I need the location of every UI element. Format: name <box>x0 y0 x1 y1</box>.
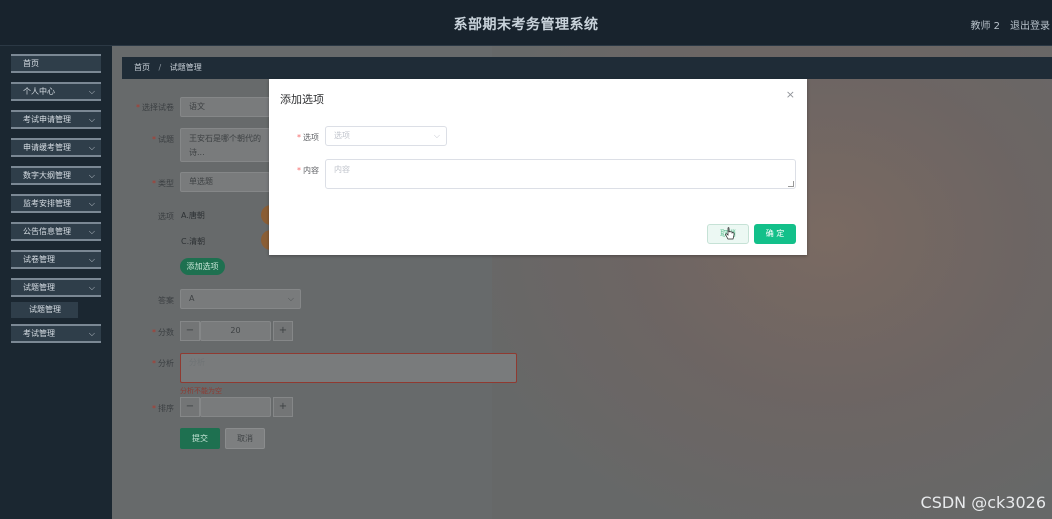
app-title: 系部期末考务管理系统 <box>453 17 599 33</box>
logout-link[interactable]: 退出登录 <box>1010 17 1050 32</box>
close-icon[interactable]: × <box>786 88 795 101</box>
type-label: * 类型 <box>152 179 174 188</box>
sidebar-item-exams[interactable]: 考试管理 ⌵ <box>11 324 101 343</box>
sidebar-item-announcements[interactable]: 公告信息管理 ⌵ <box>11 222 101 241</box>
sidebar-item-label: 试卷管理 <box>23 255 55 264</box>
sidebar-item-deferred-exam[interactable]: 申请缓考管理 ⌵ <box>11 138 101 157</box>
sidebar-item-label: 首页 <box>23 59 39 68</box>
breadcrumb-home[interactable]: 首页 <box>134 63 150 72</box>
chevron-down-icon: ⌵ <box>88 87 95 96</box>
chevron-down-icon: ⌵ <box>88 227 95 236</box>
type-select[interactable]: 单选题 <box>180 172 270 192</box>
dialog-content-placeholder: 内容 <box>334 165 350 174</box>
score-decrement-button[interactable]: − <box>180 321 200 341</box>
score-input[interactable]: 20 <box>200 321 271 341</box>
resize-handle-icon[interactable] <box>788 181 794 187</box>
sidebar-item-questions[interactable]: 试题管理 ⌵ <box>11 278 101 297</box>
chevron-down-icon: ⌵ <box>433 131 440 140</box>
add-option-button[interactable]: 添加选项 <box>180 258 225 275</box>
sort-decrement-button[interactable]: − <box>180 397 200 417</box>
watermark: CSDN @ck3026 <box>920 493 1046 512</box>
breadcrumb-current: 试题管理 <box>169 63 202 72</box>
sidebar-item-papers[interactable]: 试卷管理 ⌵ <box>11 250 101 269</box>
chevron-down-icon: ⌵ <box>287 294 294 303</box>
sidebar-item-label: 公告信息管理 <box>23 227 71 236</box>
chevron-down-icon: ⌵ <box>88 255 95 264</box>
question-label: * 试题 <box>152 135 174 144</box>
sidebar-item-label: 个人中心 <box>23 87 55 96</box>
chevron-down-icon: ⌵ <box>88 143 95 152</box>
dialog-ok-button[interactable]: 确 定 <box>754 224 796 244</box>
score-label: * 分数 <box>152 328 174 337</box>
dialog-option-label: * 选项 <box>297 133 319 142</box>
answer-value: A <box>189 294 195 303</box>
chevron-down-icon: ⌵ <box>88 283 95 292</box>
paper-select[interactable]: 语文 <box>180 97 270 117</box>
analysis-textarea[interactable]: 分析 <box>180 353 517 383</box>
sort-label: * 排序 <box>152 404 174 413</box>
option-c-text: C.清朝 <box>181 237 206 246</box>
hand-cursor-icon <box>725 227 735 240</box>
breadcrumb-separator: / <box>158 63 162 72</box>
score-increment-button[interactable]: + <box>273 321 293 341</box>
dialog-content-label: * 内容 <box>297 166 319 175</box>
dialog-option-placeholder: 选项 <box>334 131 350 140</box>
option-a-text: A.唐朝 <box>181 211 205 220</box>
dialog-title: 添加选项 <box>280 93 324 106</box>
sidebar-item-home[interactable]: 首页 <box>11 54 101 73</box>
sidebar-item-label: 考试申请管理 <box>23 115 71 124</box>
analysis-error: 分析不能为空 <box>180 387 222 395</box>
sidebar-subitem-questions[interactable]: 试题管理 <box>11 302 78 318</box>
dialog-option-select[interactable]: 选项 ⌵ <box>325 126 447 146</box>
sidebar-item-invigilation[interactable]: 监考安排管理 ⌵ <box>11 194 101 213</box>
sort-increment-button[interactable]: + <box>273 397 293 417</box>
sidebar: 首页 个人中心 ⌵ 考试申请管理 ⌵ 申请缓考管理 ⌵ 数字大纲管理 ⌵ 监考安… <box>0 46 112 519</box>
dialog-content-textarea[interactable]: 内容 <box>325 159 796 189</box>
sidebar-item-label: 监考安排管理 <box>23 199 71 208</box>
sidebar-item-exam-application[interactable]: 考试申请管理 ⌵ <box>11 110 101 129</box>
sidebar-item-label: 试题管理 <box>23 283 55 292</box>
chevron-down-icon: ⌵ <box>88 115 95 124</box>
answer-label: 答案 <box>158 296 174 305</box>
paper-label: * 选择试卷 <box>136 103 174 112</box>
app-header: 系部期末考务管理系统 教师 2 退出登录 <box>0 0 1052 46</box>
sidebar-item-label: 数字大纲管理 <box>23 171 71 180</box>
chevron-down-icon: ⌵ <box>88 171 95 180</box>
breadcrumb: 首页 / 试题管理 <box>122 57 1052 79</box>
sidebar-item-label: 申请缓考管理 <box>23 143 71 152</box>
chevron-down-icon: ⌵ <box>88 329 95 338</box>
sidebar-item-syllabus[interactable]: 数字大纲管理 ⌵ <box>11 166 101 185</box>
question-textarea[interactable]: 王安石是哪个朝代的诗... <box>180 128 270 162</box>
analysis-label: * 分析 <box>152 359 174 368</box>
cancel-button[interactable]: 取消 <box>225 428 265 449</box>
chevron-down-icon: ⌵ <box>88 199 95 208</box>
sort-input[interactable] <box>200 397 271 417</box>
sidebar-item-personal-center[interactable]: 个人中心 ⌵ <box>11 82 101 101</box>
answer-select[interactable]: A ⌵ <box>180 289 301 309</box>
submit-button[interactable]: 提交 <box>180 428 220 449</box>
options-label: 选项 <box>158 212 174 221</box>
sidebar-item-label: 考试管理 <box>23 329 55 338</box>
current-user: 教师 2 <box>970 21 1000 32</box>
